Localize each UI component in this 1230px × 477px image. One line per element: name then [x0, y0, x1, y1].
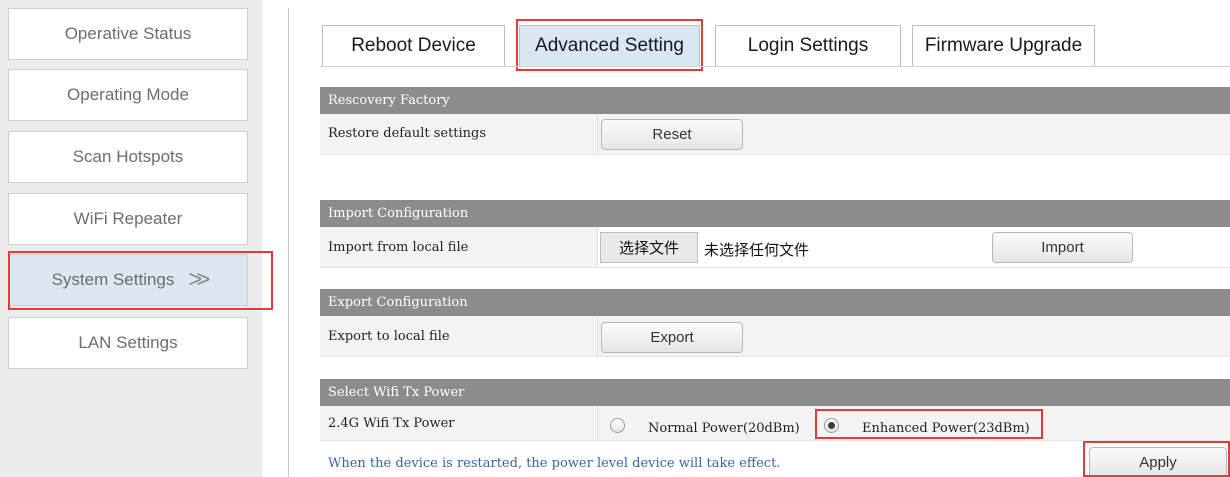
apply-button-label: Apply — [1139, 453, 1177, 471]
sidebar-item-system-settings[interactable]: System Settings >> — [8, 254, 248, 306]
section-header-import: Import Configuration — [320, 200, 1230, 227]
row-label: Export to local file — [328, 329, 450, 344]
enhanced-power-label: Enhanced Power(23dBm) — [862, 421, 1030, 436]
apply-button[interactable]: Apply — [1089, 447, 1227, 477]
choose-file-label: 选择文件 — [618, 239, 679, 257]
tab-label: Login Settings — [747, 35, 869, 56]
tab-reboot-device[interactable]: Reboot Device — [322, 25, 505, 67]
column-separator — [597, 114, 598, 154]
double-chevron-right-icon: >> — [188, 266, 210, 293]
normal-power-label: Normal Power(20dBm) — [648, 421, 800, 436]
sidebar-item-lan-settings[interactable]: LAN Settings — [8, 317, 248, 369]
tab-label: Firmware Upgrade — [924, 35, 1083, 56]
sidebar-item-label: Operating Mode — [67, 85, 189, 104]
row-label: Restore default settings — [328, 126, 487, 141]
column-separator — [597, 406, 598, 440]
tab-label: Advanced Setting — [535, 35, 684, 56]
sidebar-item-label: LAN Settings — [78, 333, 178, 352]
choose-file-button[interactable]: 选择文件 — [600, 232, 698, 263]
row-export-file: Export to local file — [320, 316, 1230, 357]
sidebar-item-label: WiFi Repeater — [73, 209, 183, 228]
sidebar-item-label: System Settings — [51, 270, 175, 289]
sidebar-item-operating-mode[interactable]: Operating Mode — [8, 69, 248, 121]
row-restore-default: Restore default settings — [320, 114, 1230, 155]
row-label: 2.4G Wifi Tx Power — [328, 416, 455, 431]
vertical-divider — [288, 8, 289, 477]
section-header-export: Export Configuration — [320, 289, 1230, 316]
column-separator — [597, 316, 598, 356]
tab-firmware-upgrade[interactable]: Firmware Upgrade — [912, 25, 1095, 67]
column-separator — [597, 227, 598, 267]
normal-power-radio[interactable] — [610, 418, 625, 433]
sidebar-item-wifi-repeater[interactable]: WiFi Repeater — [8, 193, 248, 245]
import-button-label: Import — [1041, 239, 1084, 256]
row-label: Import from local file — [328, 240, 469, 255]
section-header-recovery: Rescovery Factory — [320, 87, 1230, 114]
sidebar-item-label: Scan Hotspots — [72, 147, 184, 166]
export-button[interactable]: Export — [601, 322, 743, 353]
enhanced-power-radio[interactable] — [824, 418, 839, 433]
file-status-text: 未选择任何文件 — [704, 241, 810, 259]
restart-note: When the device is restarted, the power … — [328, 456, 781, 471]
reset-button[interactable]: Reset — [601, 119, 743, 150]
sidebar-item-scan-hotspots[interactable]: Scan Hotspots — [8, 131, 248, 183]
section-header-tx-power: Select Wifi Tx Power — [320, 379, 1230, 406]
tab-underline — [320, 66, 1230, 67]
tab-advanced-setting[interactable]: Advanced Setting — [519, 25, 700, 67]
sidebar: Operative Status Operating Mode Scan Hot… — [0, 0, 262, 477]
tab-login-settings[interactable]: Login Settings — [715, 25, 901, 67]
tab-label: Reboot Device — [351, 35, 476, 56]
sidebar-item-label: Operative Status — [64, 24, 192, 43]
sidebar-item-operative-status[interactable]: Operative Status — [8, 8, 248, 60]
export-button-label: Export — [650, 329, 694, 346]
import-button[interactable]: Import — [992, 232, 1133, 263]
reset-button-label: Reset — [652, 126, 692, 143]
